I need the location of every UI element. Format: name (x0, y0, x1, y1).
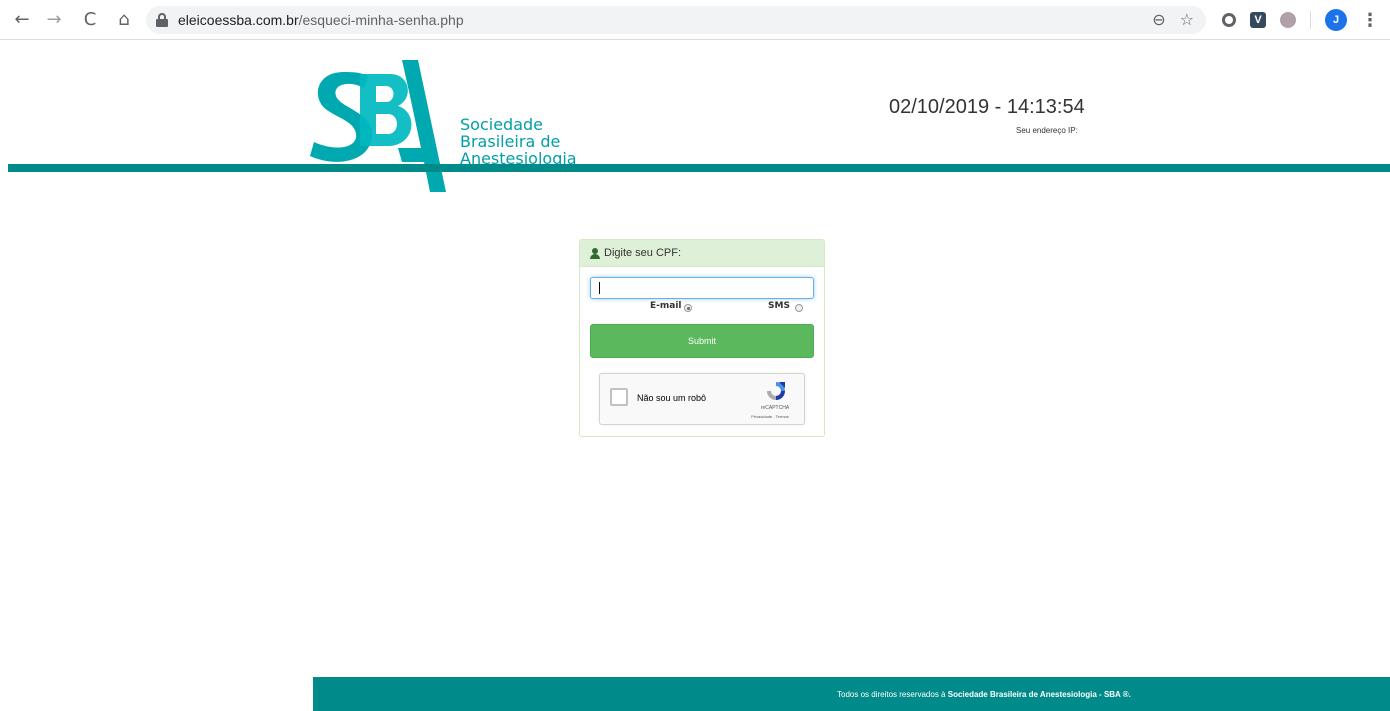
url-path: /esqueci-minha-senha.php (298, 12, 464, 28)
back-arrow-icon[interactable]: ← (8, 6, 36, 34)
sba-logo-mark[interactable] (306, 52, 448, 194)
forward-arrow-icon[interactable]: → (40, 6, 68, 34)
recaptcha-widget: Não sou um robô reCAPTCHA Privacidade - … (599, 373, 805, 425)
recaptcha-label: Não sou um robô (637, 393, 707, 403)
toolbar-divider (1310, 11, 1311, 29)
email-option-label[interactable]: E-mail (650, 301, 682, 311)
footer-text-prefix: Todos os direitos reservados à (837, 690, 948, 699)
current-datetime: 02/10/2019 - 14:13:54 (889, 96, 1085, 118)
lock-icon[interactable] (156, 13, 168, 27)
ip-address-label: Seu endereço IP: (1016, 126, 1078, 135)
email-radio[interactable] (684, 304, 692, 312)
recaptcha-checkbox[interactable] (610, 388, 628, 406)
delivery-method-options: E-mail SMS (580, 301, 826, 315)
url-host: eleicoessba.com.br (178, 12, 299, 28)
submit-button[interactable]: Submit (590, 324, 814, 358)
logo-name-line-1: Sociedade (460, 115, 543, 134)
logo-organization-name: Sociedade Brasileira de Anestesiologia (460, 116, 577, 167)
logo-name-line-2: Brasileira de (460, 132, 561, 151)
address-bar[interactable]: eleicoessba.com.br/esqueci-minha-senha.p… (146, 6, 1206, 34)
sms-option-label[interactable]: SMS (768, 301, 790, 311)
site-header: Sociedade Brasileira de Anestesiologia 0… (0, 40, 1390, 192)
panel-heading: Digite seu CPF: (580, 240, 824, 267)
site-footer: Todos os direitos reservados à Sociedade… (313, 677, 1390, 711)
recaptcha-logo-icon (767, 382, 785, 400)
panel-heading-text: Digite seu CPF: (604, 247, 682, 259)
home-icon[interactable]: ⌂ (110, 6, 138, 34)
browser-toolbar: ← → C ⌂ eleicoessba.com.br/esqueci-minha… (0, 0, 1390, 40)
menu-kebab-icon[interactable]: ⋮ (1361, 10, 1379, 31)
extension-circle-icon[interactable] (1222, 13, 1236, 27)
recaptcha-links[interactable]: Privacidade - Termos (738, 414, 802, 419)
extension-v-icon[interactable]: V (1250, 12, 1266, 28)
cpf-input[interactable] (590, 277, 814, 299)
user-icon (590, 247, 600, 259)
forgot-password-panel: Digite seu CPF: E-mail SMS Submit Não so… (579, 239, 825, 437)
profile-avatar[interactable]: J (1325, 9, 1347, 31)
zoom-icon[interactable]: ⊖ (1152, 10, 1165, 29)
header-divider (8, 164, 1390, 172)
recaptcha-brand: reCAPTCHA (760, 405, 790, 411)
extension-bug-icon[interactable] (1280, 12, 1296, 28)
bookmark-star-icon[interactable]: ☆ (1180, 10, 1194, 29)
sms-radio[interactable] (795, 304, 803, 312)
footer-text-organization: Sociedade Brasileira de Anestesiologia -… (947, 690, 1131, 699)
url-text: eleicoessba.com.br/esqueci-minha-senha.p… (178, 12, 464, 28)
reload-icon[interactable]: C (76, 6, 104, 34)
footer-copyright: Todos os direitos reservados à Sociedade… (837, 690, 1131, 699)
text-caret (599, 282, 600, 294)
